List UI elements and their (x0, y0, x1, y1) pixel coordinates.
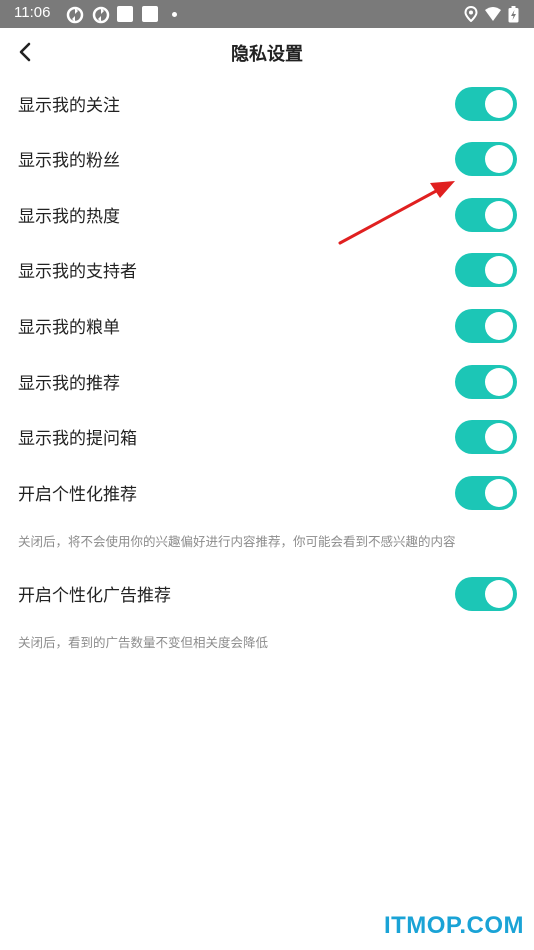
header: 隐私设置 (0, 28, 534, 76)
setting-label: 开启个性化广告推荐 (18, 586, 171, 606)
page-title: 隐私设置 (231, 44, 303, 65)
personalized-ads-toggle[interactable] (455, 577, 517, 611)
setting-row-personalized-recommend: 开启个性化推荐 (0, 465, 534, 521)
toggle-knob (485, 368, 513, 396)
toggle-knob (485, 423, 513, 451)
setting-label: 显示我的粮单 (18, 318, 120, 338)
toggle-knob (485, 145, 513, 173)
setting-label: 显示我的推荐 (18, 374, 120, 394)
setting-label: 显示我的粉丝 (18, 151, 120, 171)
show-list-toggle[interactable] (455, 309, 517, 343)
setting-row-show-supporters: 显示我的支持者 (0, 242, 534, 298)
personalized-ads-hint: 关闭后，看到的广告数量不变但相关度会降低 (18, 635, 269, 650)
watermark-prefix: IT (383, 912, 407, 939)
show-recommend-toggle[interactable] (455, 365, 517, 399)
toggle-knob (485, 580, 513, 608)
location-icon (464, 6, 478, 22)
show-heat-toggle[interactable] (455, 198, 517, 232)
setting-row-show-list: 显示我的粮单 (0, 298, 534, 354)
setting-row-show-question-box: 显示我的提问箱 (0, 409, 534, 465)
watermark-rest: MOP.COM (406, 912, 524, 939)
toggle-knob (485, 201, 513, 229)
setting-row-show-fans: 显示我的粉丝 (0, 131, 534, 187)
setting-row-show-recommend: 显示我的推荐 (0, 354, 534, 410)
setting-label: 显示我的支持者 (18, 262, 137, 282)
toggle-knob (485, 90, 513, 118)
toggle-knob (485, 256, 513, 284)
more-notifications-icon (172, 12, 177, 17)
toggle-knob (485, 312, 513, 340)
setting-label: 显示我的关注 (18, 96, 120, 116)
show-fans-toggle[interactable] (455, 142, 517, 176)
personalized-recommend-toggle[interactable] (455, 476, 517, 510)
setting-label: 显示我的提问箱 (18, 429, 137, 449)
status-bar: 11:06 (0, 0, 534, 28)
setting-label: 显示我的热度 (18, 207, 120, 227)
setting-label: 开启个性化推荐 (18, 485, 137, 505)
notification-icon-2 (142, 6, 158, 22)
notification-icon (117, 6, 133, 22)
wifi-icon (485, 7, 501, 21)
toggle-knob (485, 479, 513, 507)
personalized-recommend-hint: 关闭后，将不会使用你的兴趣偏好进行内容推荐，你可能会看到不感兴趣的内容 (18, 534, 456, 549)
show-question-box-toggle[interactable] (455, 420, 517, 454)
setting-row-show-heat: 显示我的热度 (0, 187, 534, 243)
show-following-toggle[interactable] (455, 87, 517, 121)
sync-icon-2 (92, 6, 110, 24)
battery-icon (508, 6, 519, 23)
show-supporters-toggle[interactable] (455, 253, 517, 287)
setting-row-show-following: 显示我的关注 (0, 76, 534, 132)
sync-icon (66, 6, 84, 24)
status-time: 11:06 (14, 4, 51, 21)
setting-row-personalized-ads: 开启个性化广告推荐 (0, 566, 534, 622)
watermark-logo: ITMOP.COM (384, 912, 524, 940)
